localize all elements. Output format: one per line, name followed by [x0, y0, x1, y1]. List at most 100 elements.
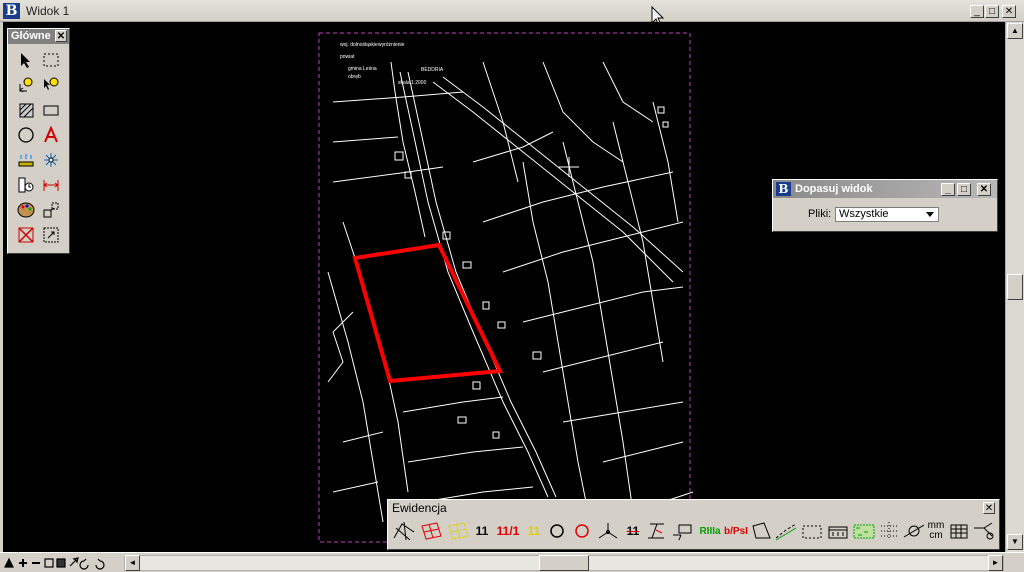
ewidencja-tool-25[interactable]	[971, 518, 997, 544]
measure-tool[interactable]	[15, 174, 37, 196]
measure-icon	[18, 177, 34, 193]
dialog-maximize-button[interactable]: □	[957, 183, 971, 196]
delete-tool[interactable]	[15, 224, 37, 246]
dotted-lines-icon	[881, 522, 898, 540]
polygon-outline-icon	[752, 522, 771, 539]
vertical-scrollbar[interactable]: ▲ ▼	[1005, 22, 1024, 552]
ewidencja-tool-24[interactable]	[947, 518, 971, 544]
legend-line-6: BEDDRIA	[421, 67, 444, 73]
view-control-icons	[4, 557, 105, 570]
cell-tool[interactable]	[15, 149, 37, 171]
element-info-tool[interactable]	[40, 74, 62, 96]
bulb-arrow-icon	[44, 77, 59, 90]
legend-line-3: powiat	[340, 54, 355, 60]
legend-line-2: wyróżnienie	[378, 42, 405, 48]
dopasuj-title-bar[interactable]: B Dopasuj widok _ □ ✕	[773, 180, 997, 198]
copy-tool[interactable]	[40, 199, 62, 221]
dialog-minimize-button[interactable]: _	[941, 183, 955, 196]
snap-tool[interactable]	[15, 74, 37, 96]
scroll-up-button[interactable]: ▲	[1007, 23, 1023, 39]
point-tool[interactable]	[40, 149, 62, 171]
attributes-tool[interactable]	[15, 199, 37, 221]
red-grid-icon	[421, 522, 442, 540]
text-tool[interactable]	[40, 124, 62, 146]
ewidencja-tool-23[interactable]: mm cm	[925, 518, 947, 544]
glowne-title: Główne	[11, 30, 51, 42]
ewidencja-close-button[interactable]: ✕	[983, 502, 995, 514]
rectangle-tool[interactable]	[40, 99, 62, 121]
zoom-in-icon	[19, 559, 27, 567]
redo-icon	[95, 558, 105, 570]
ewidencja-tool-21[interactable]	[901, 518, 925, 544]
dopasuj-widok-dialog[interactable]: B Dopasuj widok _ □ ✕ Pliki: Wszystkie	[772, 179, 998, 232]
ewidencja-tool-15[interactable]	[749, 518, 773, 544]
dimension-tool[interactable]	[40, 174, 62, 196]
window-minimize-button[interactable]: _	[970, 5, 984, 18]
select-element-tool[interactable]	[15, 49, 37, 71]
ewidencja-tool-10[interactable]: 11	[622, 518, 644, 544]
ewidencja-title-bar[interactable]: Ewidencja ✕	[388, 500, 999, 516]
ewidencja-tool-7[interactable]	[545, 518, 569, 544]
raster-tool[interactable]	[15, 99, 37, 121]
ewidencja-tool-14[interactable]: b/PsI	[723, 518, 749, 544]
table-grid-icon	[950, 524, 968, 539]
dashed-outline-icon	[802, 525, 822, 539]
ewidencja-tool-2[interactable]	[418, 518, 444, 544]
scale-icon	[43, 227, 59, 243]
undo-icon	[79, 558, 89, 570]
ewidencja-tool-11[interactable]	[645, 518, 669, 544]
window-maximize-button[interactable]: □	[985, 5, 999, 18]
ewidencja-tool-13[interactable]: RIIIa	[697, 518, 723, 544]
ewidencja-tool-8[interactable]	[570, 518, 594, 544]
ewidencja-tool-19[interactable]	[851, 518, 877, 544]
pliki-select[interactable]: Wszystkie	[835, 207, 939, 222]
highlighted-parcel[interactable]	[352, 242, 504, 384]
copy-element-icon	[43, 202, 59, 218]
circle-tool[interactable]	[15, 124, 37, 146]
dashed-rectangle-icon	[43, 53, 59, 67]
drawing-canvas[interactable]: woj. dolnośląskie wyróżnienie powiat gmi…	[3, 22, 1005, 552]
horizontal-scrollbar[interactable]: ◄ ►	[124, 555, 1004, 571]
vertex-node-icon	[598, 523, 618, 539]
ewidencja-tool-12[interactable]	[670, 518, 696, 544]
ewidencja-tool-16[interactable]	[773, 518, 799, 544]
glowne-palette[interactable]: Główne ✕	[7, 28, 70, 254]
map-legend: woj. dolnośląskie wyróżnienie powiat gmi…	[340, 42, 444, 86]
fence-tool[interactable]	[40, 49, 62, 71]
dialog-app-icon: B	[776, 182, 791, 196]
bulb-snap-icon	[19, 77, 33, 93]
scale-tool[interactable]	[40, 224, 62, 246]
zoom-window-icon	[69, 557, 79, 567]
app-logo-icon: B	[3, 3, 20, 19]
window-close-button[interactable]: ✕	[1002, 5, 1016, 18]
ewidencja-tool-1[interactable]	[391, 518, 417, 544]
red-circle-icon	[575, 524, 589, 538]
ewidencja-tool-20[interactable]	[877, 518, 901, 544]
hscroll-thumb[interactable]	[539, 555, 589, 571]
ewidencja-tool-17[interactable]	[799, 518, 825, 544]
ewidencja-tool-6[interactable]: 11	[524, 518, 544, 544]
ewidencja-tool-9[interactable]	[595, 518, 621, 544]
scroll-thumb[interactable]	[1007, 274, 1023, 300]
glowne-close-button[interactable]: ✕	[55, 30, 67, 42]
window-title: Widok 1	[26, 4, 70, 18]
ewidencja-toolbar[interactable]: Ewidencja ✕ 11 11/1 11 11 RIIIa b/PsI mm…	[387, 499, 1000, 550]
ewidencja-tool-18[interactable]	[825, 518, 851, 544]
delete-x-icon	[18, 227, 34, 243]
black-circle-icon	[550, 524, 564, 538]
window-title-bar[interactable]: B Widok 1 _ □ ✕	[0, 0, 1024, 22]
building-icon	[828, 526, 848, 539]
glowne-title-bar[interactable]: Główne ✕	[8, 29, 69, 44]
dopasuj-title: Dopasuj widok	[795, 183, 873, 195]
ewidencja-tool-4[interactable]: 11	[472, 518, 492, 544]
ewidencja-tool-5[interactable]: 11/1	[492, 518, 524, 544]
dialog-close-button[interactable]: ✕	[977, 183, 991, 196]
map-lines	[327, 61, 694, 523]
scroll-right-button[interactable]: ►	[988, 555, 1003, 571]
scroll-down-button[interactable]: ▼	[1007, 534, 1023, 550]
scroll-left-button[interactable]: ◄	[125, 555, 140, 571]
ewidencja-tool-3[interactable]	[445, 518, 471, 544]
building-marker-icon	[673, 524, 692, 541]
view-control-bar: ◄ ►	[0, 552, 1024, 572]
arrow-pointer-icon	[21, 53, 30, 68]
